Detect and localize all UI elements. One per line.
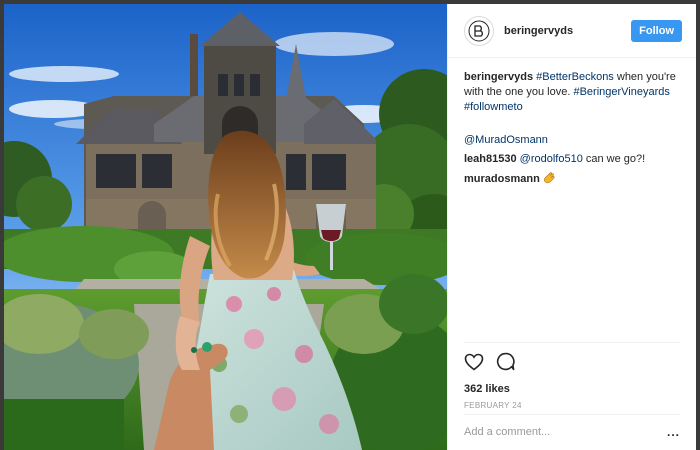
comment-input[interactable] [464,425,667,438]
post-sidebar: beringervyds Follow beringervyds #Better… [447,4,696,450]
follow-button[interactable]: Follow [631,19,682,42]
comment-item: @MuradOsmann [464,133,680,148]
avatar[interactable] [464,15,494,46]
hashtag-followmeto[interactable]: #followmeto [464,101,523,113]
post-photo[interactable] [4,4,447,450]
comment-item: muradosmann [464,171,680,189]
post-date[interactable]: FEBRUARY 24 [464,401,680,410]
speech-bubble-icon[interactable] [496,352,515,376]
mention-muradosmann[interactable]: @MuradOsmann [464,134,548,146]
post-actions: 362 likes FEBRUARY 24 [464,342,680,410]
comment-username[interactable]: muradosmann [464,173,540,185]
hashtag-betterbeckons[interactable]: #BetterBeckons [536,71,614,83]
heart-icon[interactable] [464,353,484,376]
post-header: beringervyds Follow [448,4,696,58]
hashtag-beringervineyards[interactable]: #BeringerVineyards [573,86,669,98]
comment-username[interactable]: leah81530 [464,153,517,165]
comment-text: can we go?! [582,153,646,165]
add-comment-bar: ... [464,414,680,448]
comment-item: leah81530 @rodolfo510 can we go?! [464,152,680,167]
post-modal: beringervyds Follow beringervyds #Better… [4,4,696,450]
like-count[interactable]: 362 likes [464,383,680,395]
caption-username[interactable]: beringervyds [464,71,533,83]
comment-list: beringervyds #BetterBeckons when you're … [448,58,696,189]
caption: beringervyds #BetterBeckons when you're … [464,70,680,115]
post-author-username[interactable]: beringervyds [504,25,631,37]
more-options-icon[interactable]: ... [667,425,680,439]
clapping-hands-icon [543,171,556,189]
beringer-logo-icon [468,20,490,41]
mention-rodolfo510[interactable]: @rodolfo510 [520,153,583,165]
